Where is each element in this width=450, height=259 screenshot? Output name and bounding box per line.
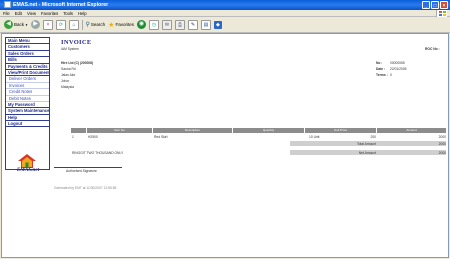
customer-address-3: Johor — [61, 79, 70, 83]
home-icon[interactable]: ⌂ — [69, 19, 79, 30]
window-titlebar: EMAS.net - Microsoft Internet Explorer _… — [0, 0, 450, 10]
back-arrow-icon: ◀ — [4, 20, 13, 29]
search-icon: ⚲ — [85, 22, 90, 28]
total-value: 2000 — [438, 141, 446, 146]
back-button[interactable]: ◀ Back ▼ — [4, 20, 28, 29]
net-amount-value: 2000 — [438, 151, 446, 155]
row-description: Red Skirt — [154, 135, 168, 139]
mail-icon[interactable]: ✉ — [161, 19, 172, 30]
favorites-label: Favorites — [115, 22, 134, 27]
menu-help[interactable]: Help — [78, 10, 87, 16]
customer-address-4: Malaysia — [61, 85, 75, 89]
col-amount: Amount — [406, 128, 417, 132]
sidebar-menu: Main Menu Customers Sales Orders Bills P… — [5, 37, 50, 170]
signature-label: Authorised Signature — [66, 169, 97, 173]
menu-tools[interactable]: Tools — [63, 10, 73, 16]
generated-footer: Generated by EMT at 11/30/2007 12:55:55 — [54, 186, 117, 190]
row-amount: 2000 — [438, 135, 446, 139]
row-quantity: 10 Unit — [309, 135, 320, 139]
total-label: Total Amount — [356, 141, 376, 146]
window-title: EMAS.net - Microsoft Internet Explorer — [13, 2, 109, 8]
col-quantity: Quantity — [233, 128, 305, 133]
edit-icon[interactable]: ✎ — [187, 19, 198, 30]
customer-address-2: Jalan Alor — [61, 73, 76, 77]
messenger-icon[interactable]: ◆ — [213, 20, 222, 29]
invoice-terms-value: 0 — [390, 73, 392, 77]
search-label: Search — [90, 22, 106, 27]
amount-in-words: RINGGIT TWO THOUSAND ONLY — [72, 151, 124, 155]
toolbar-separator — [82, 19, 83, 30]
ie-icon — [4, 1, 11, 9]
roc-label: ROC No : — [425, 47, 440, 51]
col-item-no: Item No — [87, 128, 153, 133]
row-item-no: H2500 — [88, 135, 98, 139]
menubar: File Edit View Favorites Tools Help — [0, 10, 450, 17]
menu-favorites[interactable]: Favorites — [41, 10, 58, 16]
row-unit-price: 200 — [370, 135, 376, 139]
search-button[interactable]: ⚲ Search — [86, 21, 106, 28]
stop-icon[interactable]: × — [43, 19, 53, 30]
windows-logo-icon — [436, 10, 447, 17]
maximize-button[interactable]: □ — [431, 1, 439, 9]
row-number: 1 — [72, 135, 74, 139]
menu-view[interactable]: View — [27, 10, 36, 16]
refresh-icon[interactable]: ⟳ — [56, 19, 66, 30]
menu-edit[interactable]: Edit — [15, 10, 22, 16]
emas-logo: EMAS.net — [8, 154, 48, 174]
invoice-date-label: Date : — [376, 67, 386, 71]
star-icon: ★ — [108, 21, 115, 29]
invoice-no-label: No : — [376, 61, 383, 65]
logo-text: EMAS.net — [16, 167, 40, 173]
minimize-button[interactable]: _ — [422, 1, 430, 9]
net-amount-label: Net Amount — [358, 151, 376, 155]
invoice-panel: INVOICE IAM System ROC No : Hire Ltd (C)… — [54, 34, 448, 257]
invoice-date-value: 22/01/2005 — [390, 67, 407, 71]
window-controls: _ □ × — [422, 1, 448, 9]
col-description: Description — [153, 128, 233, 133]
system-name: IAM System — [61, 47, 79, 51]
customer-address-1: Sauna Rd — [61, 67, 76, 71]
dropdown-arrow-icon[interactable]: ▼ — [25, 23, 28, 27]
discuss-icon[interactable]: ▤ — [200, 19, 211, 30]
invoice-no-value: 00000065 — [390, 61, 405, 65]
page-title: INVOICE — [61, 39, 92, 46]
favorites-button[interactable]: ★ Favorites — [108, 21, 134, 29]
col-blank — [71, 128, 87, 133]
forward-button[interactable]: ▶ — [31, 20, 40, 29]
menu-file[interactable]: File — [3, 10, 10, 16]
invoice-terms-label: Terms : — [376, 73, 388, 77]
invoice-table-header: Item No Description Quantity Unit Price … — [71, 128, 446, 133]
house-logo-icon — [18, 154, 36, 168]
col-unit-price: Unit Price — [305, 128, 377, 133]
print-icon[interactable]: ⎙ — [174, 19, 185, 30]
history-icon[interactable]: ◷ — [148, 19, 159, 30]
toolbar: ◀ Back ▼ ▶ × ⟳ ⌂ ⚲ Search ★ Favorites ◉ … — [0, 17, 450, 33]
sidebar-item-logout[interactable]: Logout — [6, 121, 49, 128]
browser-content: Main Menu Customers Sales Orders Bills P… — [1, 33, 449, 258]
media-icon[interactable]: ◉ — [136, 20, 146, 29]
signature-line — [54, 167, 122, 168]
customer-name: Hire Ltd (C) (200008) — [61, 61, 94, 65]
close-button[interactable]: × — [440, 1, 448, 9]
back-label: Back — [14, 22, 25, 27]
